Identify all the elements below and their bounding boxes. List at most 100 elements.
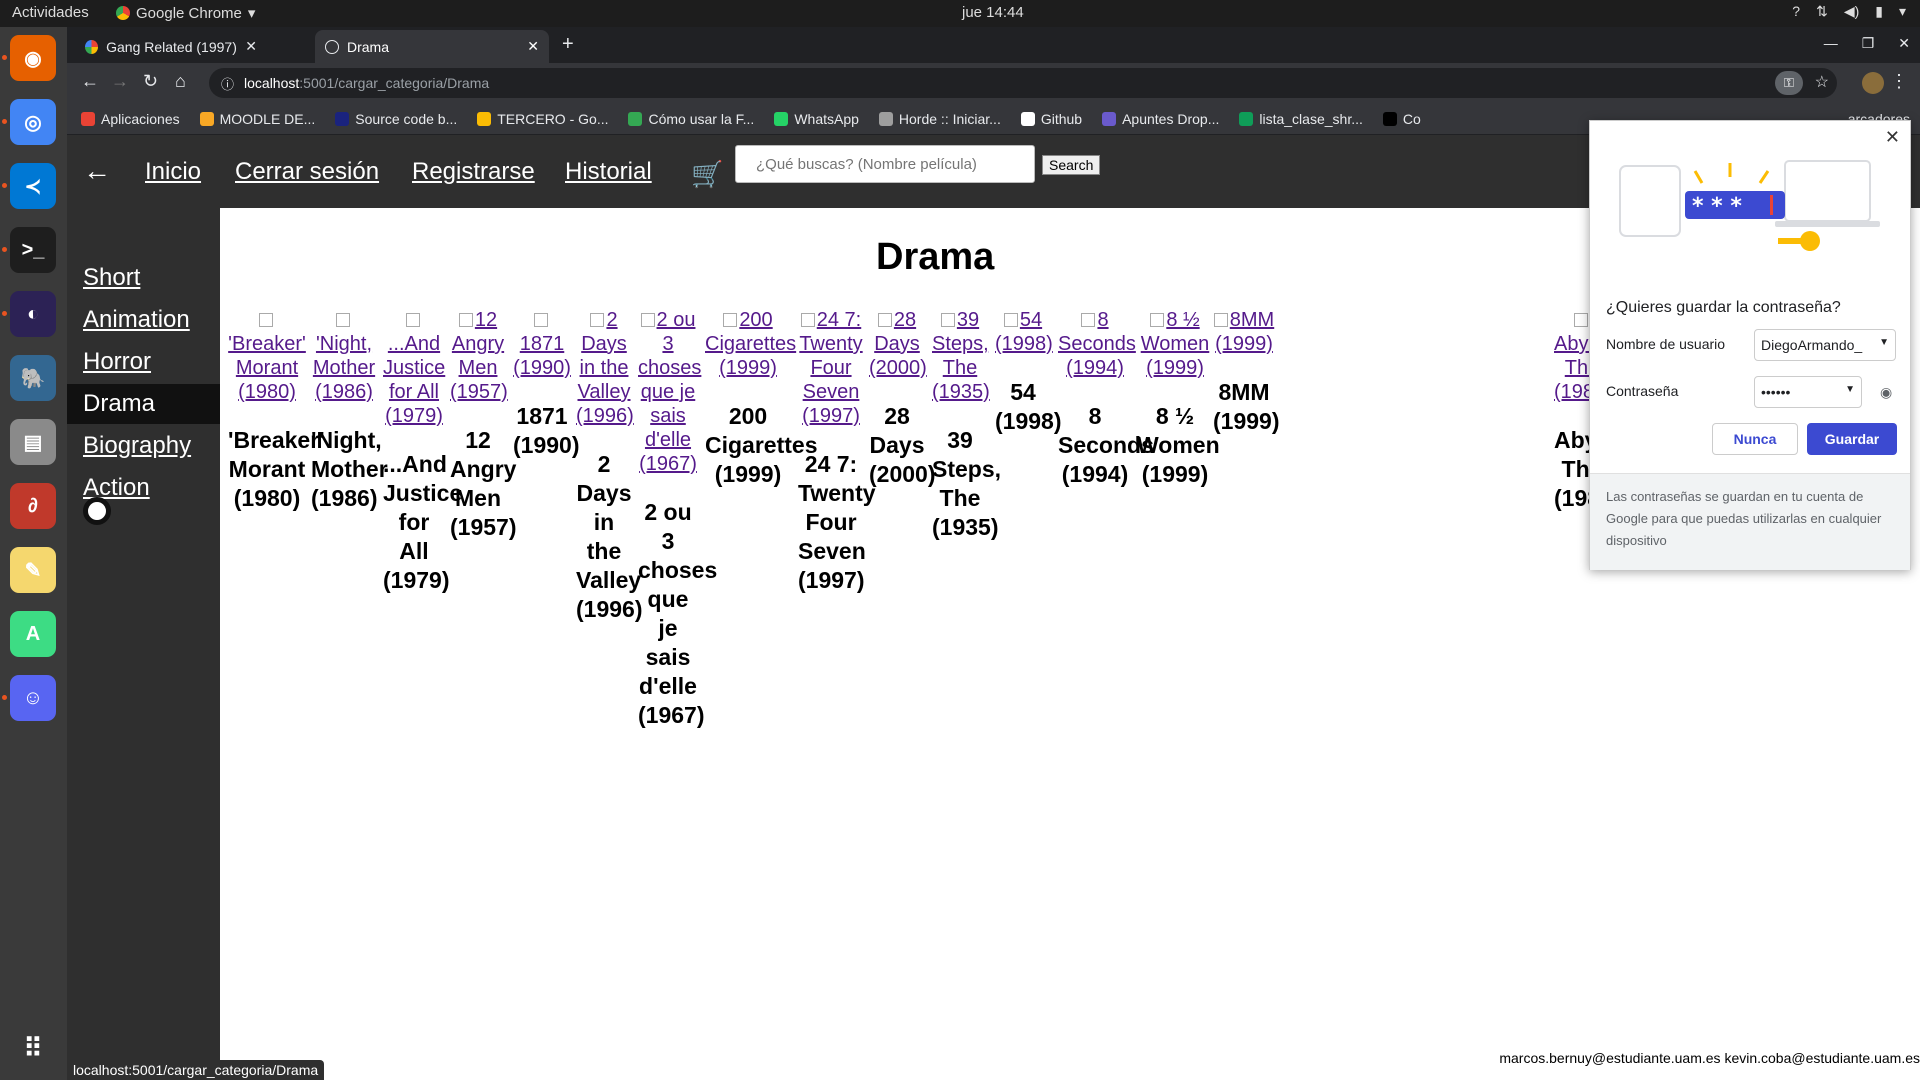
app-menu[interactable]: Google Chrome ▾: [116, 4, 255, 22]
cart-icon[interactable]: 🛒: [691, 159, 723, 190]
movie-item: 2 Days in the Valley (1996) 2 Days in the…: [576, 308, 642, 624]
minimize-icon[interactable]: —: [1824, 35, 1838, 52]
status-bar-url: localhost:5001/cargar_categoria/Drama: [67, 1060, 325, 1080]
category-animation[interactable]: Animation: [67, 300, 220, 340]
clock[interactable]: jue 14:44: [962, 4, 1024, 21]
bookmark-item[interactable]: Horde :: Iniciar...: [878, 110, 1001, 127]
discord-icon[interactable]: ☺: [10, 675, 56, 721]
movie-poster-link[interactable]: 8MM (1999): [1213, 308, 1275, 356]
movie-title: ...And Justice for All (1979): [383, 451, 463, 593]
network-icon[interactable]: ⇅: [1816, 3, 1828, 20]
bookmark-label: Github: [1040, 110, 1083, 127]
movie-poster-link[interactable]: 24 7: Twenty Four Seven (1997): [798, 308, 864, 428]
bookmark-item[interactable]: Cómo usar la F...: [628, 111, 754, 127]
forward-icon[interactable]: →: [111, 71, 129, 92]
category-biography[interactable]: Biography: [67, 426, 220, 466]
close-icon[interactable]: ✕: [245, 38, 257, 55]
postgresql-icon[interactable]: 🐘: [10, 355, 56, 401]
search-input[interactable]: [735, 145, 1035, 183]
movie-poster-link[interactable]: 12 Angry Men (1957): [450, 308, 508, 404]
vscode-icon[interactable]: ≺: [10, 163, 56, 209]
movie-poster-link[interactable]: 2 ou 3 choses que je sais d'elle (1967): [638, 308, 702, 476]
eclipse-icon[interactable]: ◐: [10, 291, 56, 337]
eye-icon[interactable]: ◉: [1880, 384, 1892, 401]
activities-button[interactable]: Actividades: [12, 4, 89, 21]
username-label: Nombre de usuario: [1606, 336, 1726, 352]
search-button[interactable]: Search: [1042, 155, 1101, 175]
kebab-menu-icon[interactable]: ⋮: [1890, 71, 1908, 92]
bookmark-label: TERCERO - Go...: [497, 110, 609, 127]
chrome-icon[interactable]: ◎: [10, 99, 56, 145]
info-icon[interactable]: ⓘ: [221, 74, 234, 93]
toggle-circle-button[interactable]: [83, 497, 111, 525]
movie-poster-link[interactable]: 39 Steps, The (1935): [932, 308, 990, 404]
never-button[interactable]: Nunca: [1712, 423, 1798, 455]
movie-poster-link[interactable]: 28 Days (2000): [869, 308, 927, 380]
movie-poster-link[interactable]: 'Night, Mother (1986): [311, 308, 377, 404]
chevron-down-icon[interactable]: ▼: [1845, 384, 1855, 395]
category-short[interactable]: Short: [67, 258, 220, 298]
movie-poster-link[interactable]: 200 Cigarettes (1999): [705, 308, 796, 380]
category-drama[interactable]: Drama: [67, 384, 220, 424]
chevron-down-icon[interactable]: ▼: [1879, 337, 1889, 348]
movie-poster-link[interactable]: 2 Days in the Valley (1996): [576, 308, 634, 428]
globe-icon: [325, 39, 339, 54]
nav-historial[interactable]: Historial: [565, 158, 652, 186]
movie-title: 8 ½ Women (1999): [1137, 403, 1220, 487]
category-horror[interactable]: Horror: [67, 342, 220, 382]
movie-poster-link[interactable]: 54 (1998): [995, 308, 1053, 356]
movie-poster-link[interactable]: 8 Seconds (1994): [1058, 308, 1136, 380]
key-icon[interactable]: ⚿: [1775, 71, 1803, 95]
tab-gang-related[interactable]: Gang Related (1997) - Bús ✕: [75, 30, 267, 63]
firefox-icon[interactable]: ◉: [10, 35, 56, 81]
nav-inicio[interactable]: Inicio: [145, 158, 201, 186]
system-tray[interactable]: ? ⇅ ◀) ▮ ▾: [1792, 3, 1906, 20]
movie-poster-link[interactable]: 'Breaker' Morant (1980): [228, 308, 306, 404]
bookmark-item[interactable]: Aplicaciones: [81, 111, 180, 127]
reload-icon[interactable]: ↻: [143, 71, 158, 92]
password-field[interactable]: •••••• ▼: [1754, 376, 1862, 408]
movie-poster-link[interactable]: ...And Justice for All (1979): [383, 308, 445, 428]
maximize-icon[interactable]: ❐: [1862, 35, 1875, 52]
close-window-icon[interactable]: ✕: [1898, 35, 1910, 52]
movie-poster-link[interactable]: 1871 (1990): [513, 308, 571, 380]
chevron-down-icon[interactable]: ▾: [1899, 3, 1906, 20]
new-tab-button[interactable]: +: [562, 33, 574, 56]
tab-drama[interactable]: Drama ✕: [315, 30, 549, 63]
bookmark-item[interactable]: Source code b...: [335, 111, 457, 127]
help-icon[interactable]: ?: [1792, 3, 1800, 20]
bookmark-favicon-icon: [774, 111, 789, 126]
movie-poster-link[interactable]: 8 ½ Women (1999): [1137, 308, 1213, 380]
evince-icon[interactable]: ∂: [10, 483, 56, 529]
bookmark-item[interactable]: TERCERO - Go...: [477, 111, 608, 127]
back-arrow-icon[interactable]: ←: [83, 155, 111, 187]
nav-cerrar-sesion[interactable]: Cerrar sesión: [235, 158, 379, 186]
bookmark-item[interactable]: lista_clase_shr...: [1239, 111, 1363, 127]
bookmark-label: Horde :: Iniciar...: [898, 110, 1001, 127]
android-studio-icon[interactable]: A: [10, 611, 56, 657]
broken-image-icon: [1574, 313, 1588, 327]
bookmark-item[interactable]: Co: [1382, 111, 1421, 127]
back-icon[interactable]: ←: [81, 71, 99, 92]
tab-strip: Gang Related (1997) - Bús ✕ Drama ✕ + — …: [67, 27, 1920, 63]
bookmark-item[interactable]: Apuntes Drop...: [1102, 111, 1219, 127]
battery-icon[interactable]: ▮: [1875, 3, 1883, 20]
apps-grid-icon[interactable]: ⠿: [10, 1025, 56, 1071]
files-icon[interactable]: ▤: [10, 419, 56, 465]
bookmark-item[interactable]: MOODLE DE...: [199, 111, 315, 127]
close-icon[interactable]: ✕: [527, 38, 539, 55]
text-editor-icon[interactable]: ✎: [10, 547, 56, 593]
bookmark-item[interactable]: Github: [1020, 110, 1083, 127]
movie-poster-alt: 2 ou 3 choses que je sais d'elle (1967): [638, 309, 702, 475]
bookmark-star-icon[interactable]: ☆: [1815, 72, 1829, 92]
bookmark-item[interactable]: WhatsApp: [774, 111, 859, 127]
nav-registrarse[interactable]: Registrarse: [412, 158, 535, 186]
system-top-bar: Actividades Google Chrome ▾ jue 14:44 ? …: [0, 0, 1920, 27]
home-icon[interactable]: ⌂: [175, 71, 186, 92]
profile-avatar[interactable]: [1862, 72, 1884, 94]
volume-icon[interactable]: ◀): [1844, 3, 1859, 20]
username-field[interactable]: DiegoArmando_ ▼: [1754, 329, 1896, 361]
terminal-icon[interactable]: >_: [10, 227, 56, 273]
save-button[interactable]: Guardar: [1807, 423, 1897, 455]
address-bar[interactable]: ⓘ localhost:5001/cargar_categoria/Drama …: [209, 68, 1837, 98]
